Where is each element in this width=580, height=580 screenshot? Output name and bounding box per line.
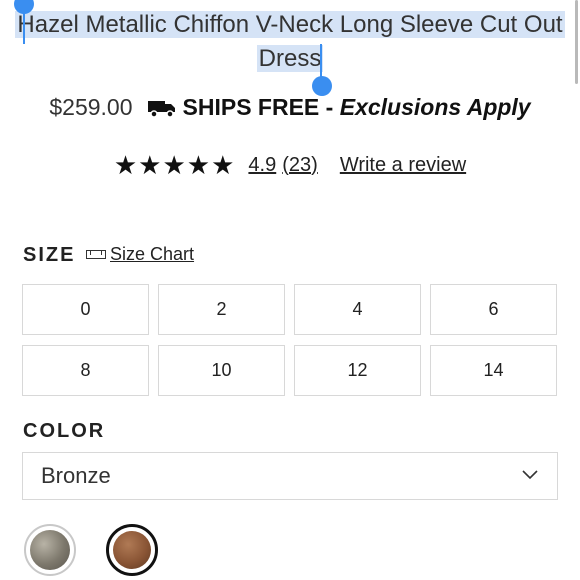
- color-select-value: Bronze: [41, 463, 111, 488]
- size-option-2[interactable]: 2: [158, 284, 285, 335]
- silver-swatch-image: [30, 530, 70, 570]
- size-option-10[interactable]: 10: [158, 345, 285, 396]
- chevron-down-icon: [522, 470, 538, 480]
- product-title[interactable]: Hazel Metallic Chiffon V-Neck Long Sleev…: [15, 11, 565, 72]
- star-icon: ★: [186, 150, 211, 180]
- ruler-icon: [86, 250, 106, 259]
- star-icon: ★: [138, 150, 162, 180]
- color-select[interactable]: Bronze: [22, 452, 558, 500]
- selection-end-line: [320, 44, 322, 78]
- size-option-8[interactable]: 8: [22, 345, 149, 396]
- size-option-6[interactable]: 6: [430, 284, 557, 335]
- size-option-12[interactable]: 12: [294, 345, 421, 396]
- color-label: COLOR: [23, 420, 106, 442]
- size-label: SIZE: [23, 244, 76, 266]
- star-icon: ★: [113, 150, 138, 180]
- shipping-separator: -: [319, 94, 340, 120]
- bronze-swatch[interactable]: [106, 524, 158, 576]
- size-chart-link[interactable]: Size Chart: [86, 244, 194, 265]
- silver-swatch[interactable]: [24, 524, 76, 576]
- price-row: $259.00 SHIPS FREE - Exclusions Apply: [0, 94, 580, 121]
- exclusions-note[interactable]: Exclusions Apply: [340, 94, 531, 121]
- product-title-container: Hazel Metallic Chiffon V-Neck Long Sleev…: [0, 8, 580, 76]
- size-options: 0 2 4 6 8 10 12 14: [22, 284, 557, 396]
- size-option-0[interactable]: 0: [22, 284, 149, 335]
- size-option-14[interactable]: 14: [430, 345, 557, 396]
- rating-value[interactable]: 4.9: [248, 154, 276, 177]
- write-review-link[interactable]: Write a review: [340, 154, 466, 177]
- bronze-swatch-image: [113, 531, 151, 569]
- selection-end-handle[interactable]: [312, 76, 332, 96]
- star-rating: ★ ★ ★ ★ ★: [114, 152, 235, 178]
- ships-free-label: SHIPS FREE: [182, 94, 320, 120]
- star-icon: ★: [211, 150, 235, 180]
- selection-start-line: [23, 10, 25, 44]
- star-icon: ★: [162, 150, 186, 180]
- review-count[interactable]: (23): [282, 154, 318, 177]
- rating-row: ★ ★ ★ ★ ★ 4.9 (23) Write a review: [0, 152, 580, 178]
- size-option-4[interactable]: 4: [294, 284, 421, 335]
- size-chart-label: Size Chart: [110, 244, 195, 264]
- price: $259.00: [49, 94, 133, 120]
- truck-icon: [147, 100, 175, 118]
